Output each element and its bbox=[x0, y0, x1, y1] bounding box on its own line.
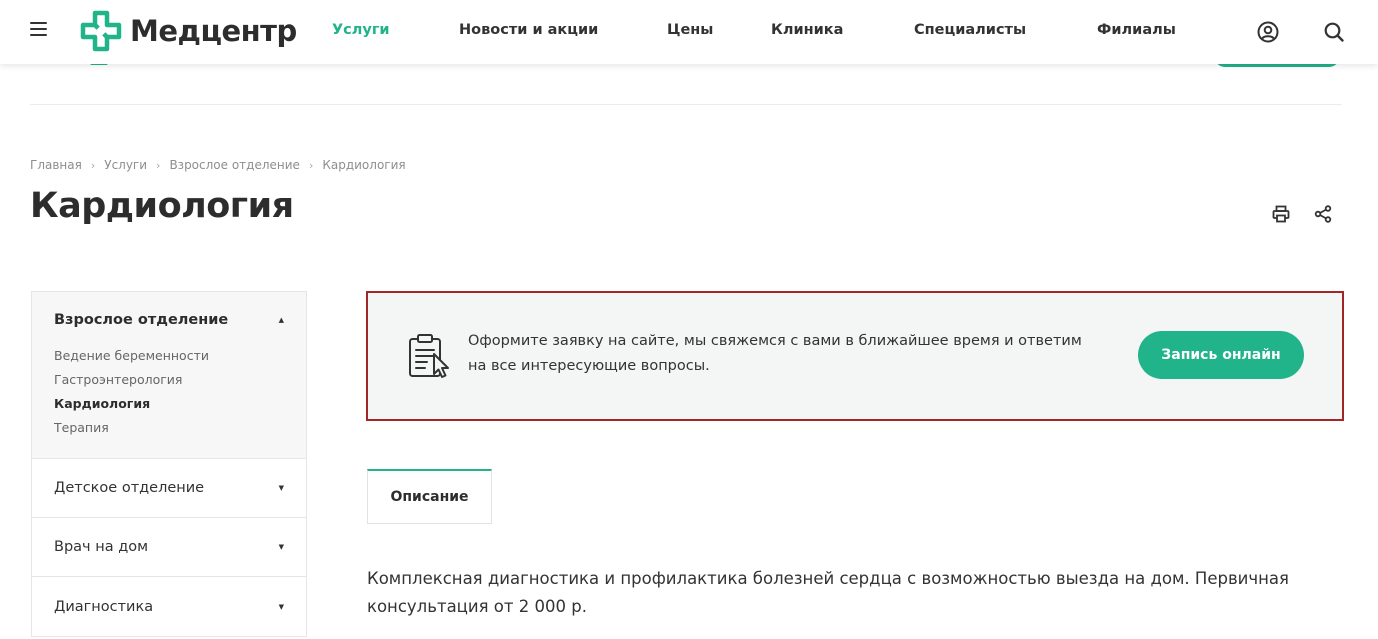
chevron-down-icon: ▼ bbox=[278, 543, 284, 551]
page-title: Кардиология bbox=[30, 186, 294, 226]
sidebar-section-children[interactable]: Детское отделение ▼ bbox=[32, 459, 306, 518]
logo-cross-icon bbox=[80, 10, 122, 52]
sidebar-item-gastro[interactable]: Гастроэнтерология bbox=[54, 368, 284, 392]
breadcrumb: Главная › Услуги › Взрослое отделение › … bbox=[30, 158, 406, 172]
chevron-down-icon: ▼ bbox=[278, 602, 284, 611]
nav-item-services[interactable]: Услуги bbox=[332, 22, 390, 38]
sidebar-section-children-toggle[interactable]: Детское отделение ▼ bbox=[54, 480, 284, 496]
sidebar-section-label: Детское отделение bbox=[54, 480, 205, 496]
sidebar-menu: Взрослое отделение ▲ Ведение беременност… bbox=[31, 291, 307, 637]
sidebar-item-therapy[interactable]: Терапия bbox=[54, 416, 284, 440]
sidebar-section-home-doctor[interactable]: Врач на дом ▼ bbox=[32, 518, 306, 577]
sidebar-section-adult-toggle[interactable]: Взрослое отделение ▲ bbox=[54, 312, 284, 328]
banner-text: Оформите заявку на сайте, мы свяжемся с … bbox=[468, 329, 1108, 378]
logo[interactable]: Медцентр bbox=[80, 10, 297, 52]
banner-text-line: на все интересующие вопросы. bbox=[468, 357, 710, 374]
sidebar-section-adult: Взрослое отделение ▲ Ведение беременност… bbox=[32, 292, 306, 459]
divider bbox=[30, 104, 1342, 105]
sidebar-section-label: Взрослое отделение bbox=[54, 312, 229, 328]
sidebar-submenu: Ведение беременности Гастроэнтерология К… bbox=[54, 344, 284, 440]
print-icon[interactable] bbox=[1271, 204, 1291, 224]
nav-item-specialists[interactable]: Специалисты bbox=[914, 22, 1026, 38]
sidebar-section-diagnostics-toggle[interactable]: Диагностика ▼ bbox=[54, 599, 284, 615]
request-banner: Оформите заявку на сайте, мы свяжемся с … bbox=[366, 291, 1344, 421]
sidebar-section-label: Диагностика bbox=[54, 598, 154, 615]
clipboard-cursor-icon bbox=[409, 334, 449, 378]
breadcrumb-adult-dept[interactable]: Взрослое отделение bbox=[169, 158, 299, 172]
nav-item-clinic[interactable]: Клиника bbox=[771, 22, 843, 38]
banner-text-line: Оформите заявку на сайте, мы свяжемся с … bbox=[468, 333, 1082, 349]
nav-item-branches[interactable]: Филиалы bbox=[1097, 22, 1176, 38]
user-icon[interactable] bbox=[1256, 20, 1280, 44]
nav-item-news[interactable]: Новости и акции bbox=[459, 22, 598, 38]
sidebar-section-home-doctor-toggle[interactable]: Врач на дом ▼ bbox=[54, 539, 284, 555]
chevron-up-icon: ▲ bbox=[278, 316, 284, 324]
chevron-right-icon: › bbox=[308, 158, 314, 172]
sidebar-item-pregnancy[interactable]: Ведение беременности bbox=[54, 344, 284, 368]
sidebar-item-cardiology[interactable]: Кардиология bbox=[54, 392, 284, 416]
site-header: Медцентр Услуги Новости и акции Цены Кли… bbox=[0, 0, 1378, 64]
book-online-button[interactable]: Запись онлайн bbox=[1138, 331, 1304, 379]
sidebar-section-label: Врач на дом bbox=[54, 539, 149, 555]
breadcrumb-home[interactable]: Главная bbox=[30, 158, 82, 172]
service-description: Комплексная диагностика и профилактика б… bbox=[367, 569, 1289, 616]
chevron-down-icon: ▼ bbox=[278, 484, 284, 492]
chevron-right-icon: › bbox=[156, 158, 161, 172]
nav-item-prices[interactable]: Цены bbox=[667, 22, 713, 38]
breadcrumb-current: Кардиология bbox=[322, 158, 406, 172]
tab-description[interactable]: Описание bbox=[367, 469, 492, 524]
logo-text: Медцентр bbox=[130, 14, 297, 48]
share-icon[interactable] bbox=[1313, 204, 1333, 224]
breadcrumb-services[interactable]: Услуги bbox=[104, 158, 147, 172]
chevron-right-icon: › bbox=[90, 158, 96, 172]
search-icon[interactable] bbox=[1322, 20, 1346, 44]
menu-icon[interactable] bbox=[30, 22, 48, 40]
sidebar-section-diagnostics[interactable]: Диагностика ▼ bbox=[32, 577, 306, 636]
